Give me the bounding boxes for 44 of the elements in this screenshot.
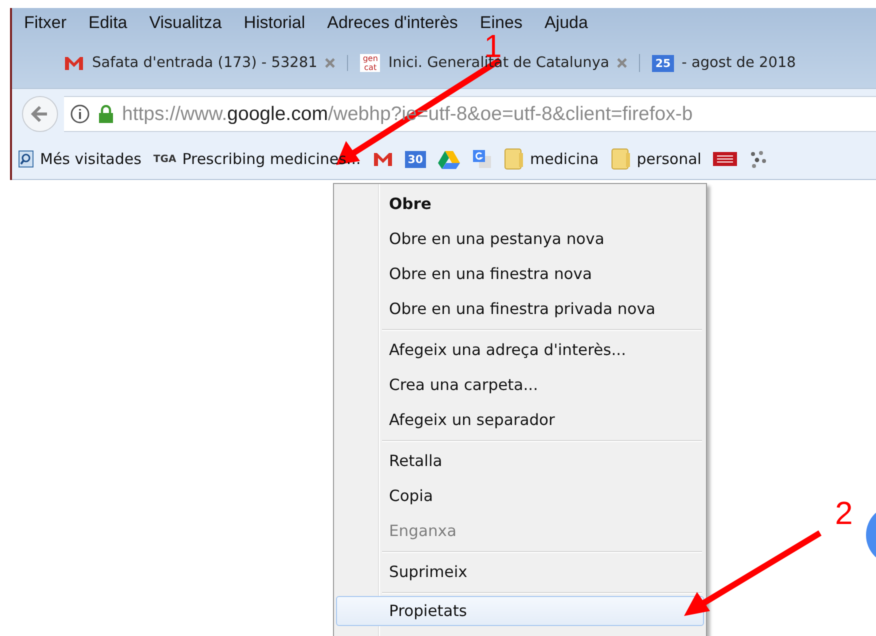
tab-title: Safata d'entrada (173) - 53281: [92, 55, 318, 71]
menu-item[interactable]: Obre en una pestanya nova: [336, 222, 704, 257]
site-favicon: gen cat: [360, 54, 380, 72]
bookmark-item[interactable]: medicina: [504, 148, 599, 170]
mail-icon[interactable]: [372, 151, 393, 167]
bookmark-item[interactable]: Més visitades: [18, 150, 142, 168]
menu-item[interactable]: Crea una carpeta...: [336, 368, 704, 403]
translate-icon[interactable]: [472, 149, 492, 169]
magnifier-page-icon: [18, 150, 34, 168]
site-favicon: TGA: [153, 154, 176, 164]
calendar-icon[interactable]: 30: [404, 150, 426, 168]
close-icon[interactable]: [325, 58, 336, 68]
menu-item[interactable]: Eines: [480, 13, 522, 33]
browser-tab[interactable]: Safata d'entrada (173) - 53281: [52, 55, 348, 71]
menu-item[interactable]: Obre en una finestra nova: [336, 257, 704, 292]
menu-item[interactable]: Ajuda: [544, 13, 588, 33]
tab-title: - agost de 2018: [682, 55, 796, 71]
back-button[interactable]: [22, 96, 58, 132]
menu-item[interactable]: Fitxer: [24, 13, 66, 33]
mail-icon: [64, 55, 84, 71]
annotation-number: 2: [835, 495, 853, 531]
menu-item[interactable]: Historial: [244, 13, 306, 33]
folder-icon: [610, 148, 631, 170]
menu-item[interactable]: Propietats: [336, 596, 704, 626]
info-icon: [70, 104, 90, 124]
menu-item[interactable]: Copia: [336, 479, 704, 514]
menu-item[interactable]: Obre en una finestra privada nova: [336, 292, 704, 327]
menu-item[interactable]: Suprimeix: [336, 555, 704, 590]
menu-item[interactable]: Obre: [336, 187, 704, 222]
triangle-icon[interactable]: [438, 150, 460, 168]
menu-item[interactable]: Visualitza: [149, 13, 222, 33]
menu-item[interactable]: Adreces d'interès: [327, 13, 458, 33]
menu-item[interactable]: Retalla: [336, 444, 704, 479]
folder-icon: [504, 148, 524, 170]
browser-tab[interactable]: 25 - agost de 2018: [640, 54, 808, 72]
back-arrow-icon: [30, 104, 50, 124]
close-icon[interactable]: [617, 58, 628, 68]
menu-item[interactable]: Edita: [88, 13, 128, 33]
menu-item[interactable]: Afegeix un separador: [336, 403, 704, 438]
menu-item[interactable]: Afegeix una adreça d'interès...: [336, 333, 704, 368]
bookmark-item[interactable]: personal: [610, 148, 702, 170]
calendar-icon: 25: [652, 54, 674, 72]
badge-icon[interactable]: [713, 152, 738, 166]
padlock-icon: [98, 105, 114, 123]
